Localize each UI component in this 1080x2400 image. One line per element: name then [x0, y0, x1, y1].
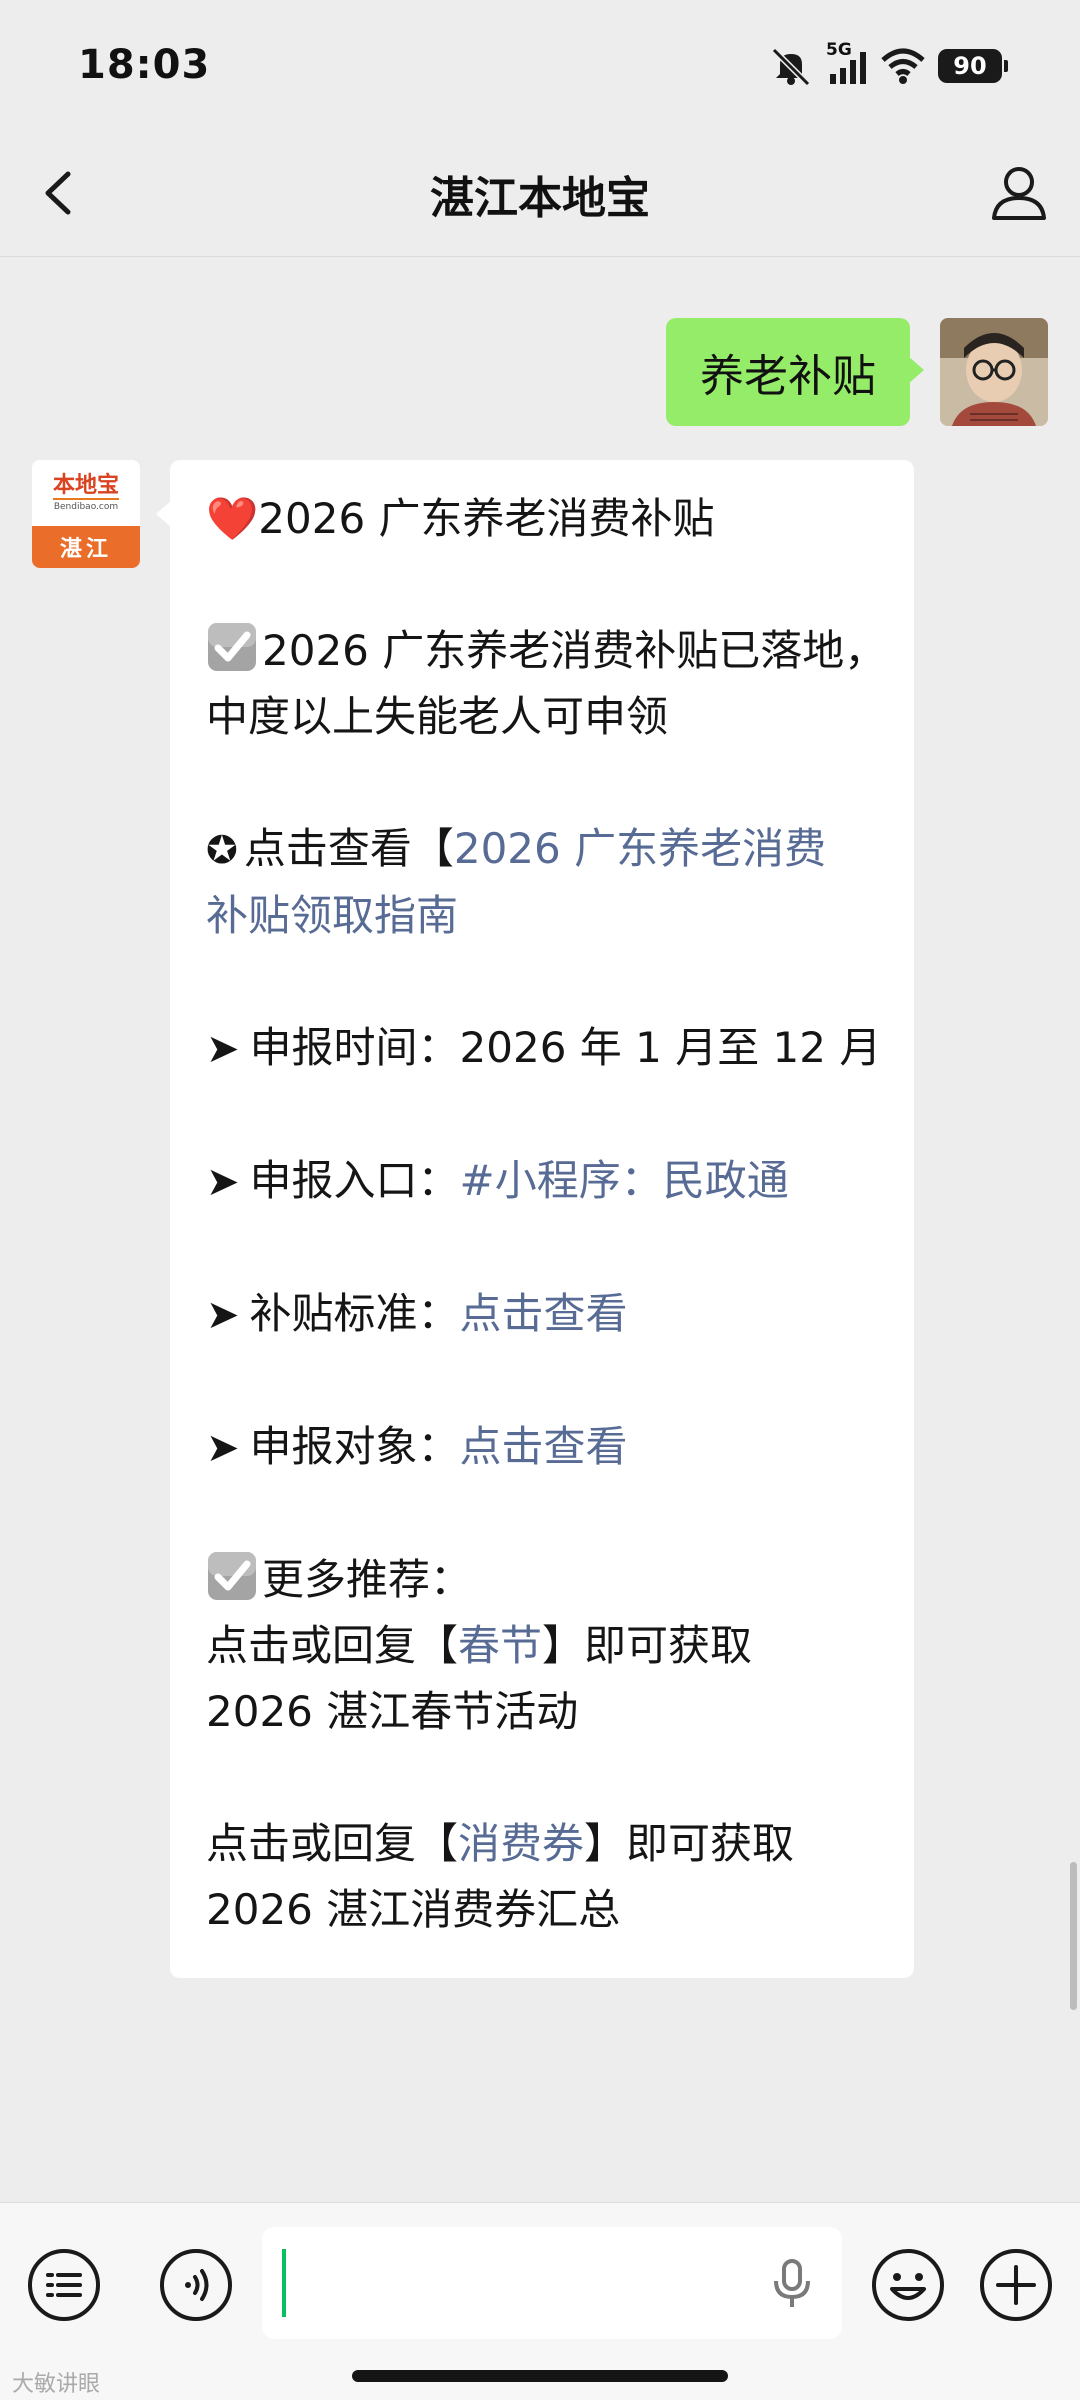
apply-entry-line: ➤ 申报入口：#小程序：民政通 — [206, 1148, 884, 1215]
status-bar: 18:03 5G 90 — [0, 0, 1080, 130]
subsidy-standard-line: ➤ 补贴标准：点击查看 — [206, 1281, 884, 1348]
avatar-logo: 本地宝 Bendibao.com — [32, 460, 140, 526]
apply-target-line: ➤ 申报对象：点击查看 — [206, 1414, 884, 1481]
scrollbar[interactable] — [1070, 1862, 1077, 2010]
chat-screen: 18:03 5G 90 湛江本地宝 养老补贴 本地宝 Bendibao.com … — [0, 0, 1080, 2400]
apply-time-value: 2026 年 1 月至 12 月 — [459, 1023, 882, 1072]
battery-level: 90 — [953, 52, 987, 80]
watermark: 大敏讲眼 — [12, 2372, 101, 2397]
recommend-spring-line: 点击或回复【春节】即可获取 — [206, 1613, 884, 1679]
apply-time-line: ➤ 申报时间：2026 年 1 月至 12 月 — [206, 1015, 884, 1082]
plus-icon[interactable] — [978, 2247, 1054, 2323]
microphone-icon[interactable] — [768, 2257, 816, 2311]
arrow-icon: ➤ — [206, 1292, 240, 1338]
guide-link-continued[interactable]: 补贴领取指南 — [206, 883, 884, 949]
apply-entry-label: 申报入口： — [249, 1156, 460, 1205]
checkbox-icon — [206, 621, 258, 673]
arrow-icon: ➤ — [206, 1425, 240, 1471]
more-recommend-label: 更多推荐： — [262, 1555, 473, 1604]
guide-line: ✪ 点击查看【2026 广东养老消费 — [206, 816, 884, 883]
official-account-avatar[interactable]: 本地宝 Bendibao.com 湛江 — [32, 460, 140, 568]
subsidy-standard-link[interactable]: 点击查看 — [460, 1289, 628, 1338]
recommend-voucher-line: 点击或回复【消费券】即可获取 — [206, 1811, 884, 1877]
guide-prefix: 点击查看【 — [243, 824, 454, 873]
outgoing-bubble[interactable]: 养老补贴 — [666, 318, 924, 426]
recommend-spring-prefix: 点击或回复【 — [206, 1621, 459, 1670]
avatar-logo-sub: Bendibao.com — [53, 502, 119, 512]
recommend-voucher-link[interactable]: 消费券 — [458, 1819, 584, 1868]
subsidy-standard-label: 补贴标准： — [249, 1289, 460, 1338]
outgoing-message: 养老补贴 — [666, 318, 1048, 426]
notice-line-2: 中度以上失能老人可申领 — [206, 692, 669, 741]
page-title: 湛江本地宝 — [430, 173, 650, 224]
recommend-spring-suffix: 】即可获取 — [542, 1621, 753, 1670]
incoming-message: 本地宝 Bendibao.com 湛江 ❤️2026 广东养老消费补贴 2026… — [32, 460, 914, 1978]
recommend-voucher-prefix: 点击或回复【 — [206, 1819, 459, 1868]
battery-icon: 90 — [938, 49, 1008, 83]
recommend-voucher-desc: 2026 湛江消费券汇总 — [206, 1885, 621, 1934]
status-icons: 5G 90 — [768, 40, 1008, 88]
more-recommend-line: 更多推荐： — [206, 1547, 884, 1613]
emoji-icon[interactable] — [870, 2247, 946, 2323]
list-menu-icon[interactable] — [26, 2247, 102, 2323]
voice-toggle-icon[interactable] — [158, 2247, 234, 2323]
apply-entry-link[interactable]: #小程序：民政通 — [460, 1156, 789, 1205]
person-icon[interactable] — [984, 158, 1054, 228]
text-caret — [282, 2249, 286, 2317]
wifi-icon — [880, 46, 926, 86]
recommend-spring-link[interactable]: 春节 — [458, 1621, 542, 1670]
recommend-spring-desc: 2026 湛江春节活动 — [206, 1687, 579, 1736]
signal-icon: 5G — [826, 40, 868, 86]
avatar-logo-text: 本地宝 — [52, 473, 119, 500]
star-icon: ✪ — [206, 828, 238, 872]
avatar-city: 湛江 — [32, 526, 140, 568]
checkbox-icon — [206, 1550, 258, 1602]
heart-icon: ❤️ — [206, 494, 259, 543]
home-indicator[interactable] — [352, 2370, 728, 2382]
recommend-voucher-suffix: 】即可获取 — [584, 1819, 795, 1868]
user-avatar[interactable] — [940, 318, 1048, 426]
mute-icon — [768, 46, 814, 86]
message-input[interactable] — [262, 2227, 842, 2339]
notice-line: 2026 广东养老消费补贴已落地， — [206, 618, 887, 684]
apply-target-link[interactable]: 点击查看 — [460, 1422, 628, 1471]
incoming-bubble: ❤️2026 广东养老消费补贴 2026 广东养老消费补贴已落地， 中度以上失能… — [156, 460, 914, 1978]
arrow-icon: ➤ — [206, 1159, 240, 1205]
message-title: 2026 广东养老消费补贴 — [258, 494, 715, 543]
status-time: 18:03 — [78, 42, 211, 88]
message-title-line: ❤️2026 广东养老消费补贴 — [206, 486, 884, 552]
guide-link[interactable]: 2026 广东养老消费 — [454, 824, 826, 873]
nav-bar: 湛江本地宝 — [0, 130, 1080, 257]
arrow-icon: ➤ — [206, 1026, 240, 1072]
notice-line-1: 2026 广东养老消费补贴已落地， — [262, 626, 887, 675]
apply-time-label: 申报时间： — [249, 1023, 460, 1072]
outgoing-text: 养老补贴 — [700, 351, 876, 402]
apply-target-label: 申报对象： — [249, 1422, 460, 1471]
network-label: 5G — [826, 40, 852, 60]
